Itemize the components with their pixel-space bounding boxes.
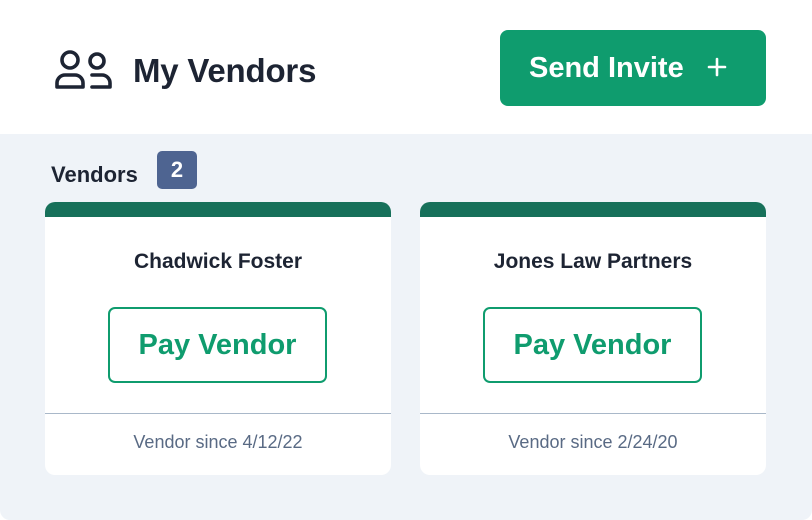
page-title: My Vendors bbox=[133, 52, 317, 89]
vendor-card: Jones Law Partners Pay Vendor Vendor sin… bbox=[420, 202, 766, 475]
vendor-card: Chadwick Foster Pay Vendor Vendor since … bbox=[45, 202, 391, 475]
vendor-name: Chadwick Foster bbox=[133, 250, 303, 273]
card-accent-bar bbox=[45, 202, 391, 217]
vendor-since: Vendor since 4/12/22 bbox=[133, 432, 303, 452]
section-label: Vendors bbox=[51, 162, 138, 187]
vendor-since: Vendor since 2/24/20 bbox=[508, 432, 678, 452]
card-divider bbox=[420, 413, 766, 414]
plus-icon bbox=[707, 57, 727, 77]
card-accent-bar bbox=[420, 202, 766, 217]
vendor-name: Jones Law Partners bbox=[493, 250, 693, 273]
pay-vendor-button[interactable]: Pay Vendor bbox=[483, 307, 702, 383]
vendors-section: Vendors 2 Chadwick Foster Pay Vendor Ven… bbox=[0, 134, 812, 520]
send-invite-label: Send Invite bbox=[529, 51, 684, 84]
pay-vendor-button[interactable]: Pay Vendor bbox=[108, 307, 327, 383]
page-header: My Vendors Send Invite bbox=[0, 0, 812, 134]
users-icon bbox=[55, 50, 112, 89]
vendor-count-badge: 2 bbox=[157, 151, 197, 189]
send-invite-button[interactable]: Send Invite bbox=[500, 30, 766, 106]
card-divider bbox=[45, 413, 391, 414]
